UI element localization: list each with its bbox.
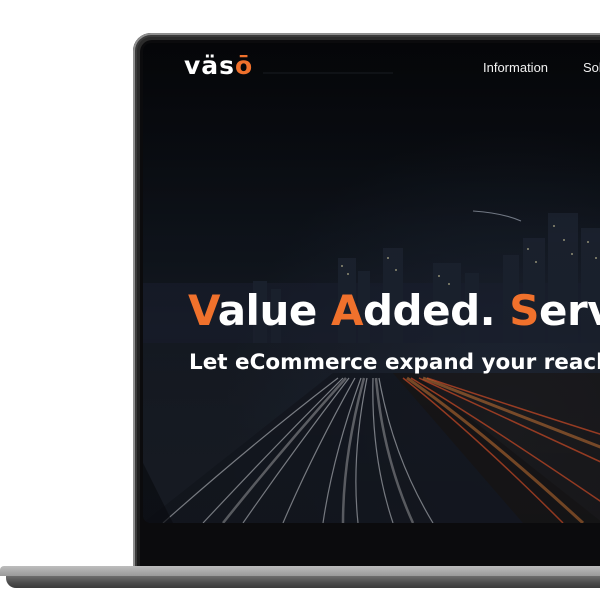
hero-title-part-3: erv — [539, 286, 600, 335]
logo-text-prefix: väs — [184, 51, 236, 80]
laptop-mockup: väsō Information Sol Value Added. Serv L… — [0, 0, 600, 600]
hero-title-cap-s: S — [509, 286, 539, 335]
vaso-logo[interactable]: väsō — [184, 53, 253, 78]
hero-subtitle: Let eCommerce expand your reach. — [189, 350, 600, 375]
nav-link-information[interactable]: Information — [483, 60, 548, 75]
top-navigation: väsō Information Sol — [143, 43, 600, 95]
logo-text-suffix: ō — [235, 51, 254, 80]
hero-title-part-1: alue — [217, 286, 331, 335]
hero-title: Value Added. Serv — [188, 290, 600, 332]
nav-link-solutions[interactable]: Sol — [583, 60, 600, 75]
laptop-base-bottom — [6, 576, 600, 588]
hero-title-cap-a: A — [330, 286, 364, 335]
laptop-base-top — [0, 566, 600, 576]
laptop-screen: väsō Information Sol Value Added. Serv L… — [143, 43, 600, 523]
hero-overlay — [143, 43, 600, 523]
hero-title-part-2: dded. — [362, 286, 510, 335]
hero-title-cap-v: V — [188, 286, 218, 335]
